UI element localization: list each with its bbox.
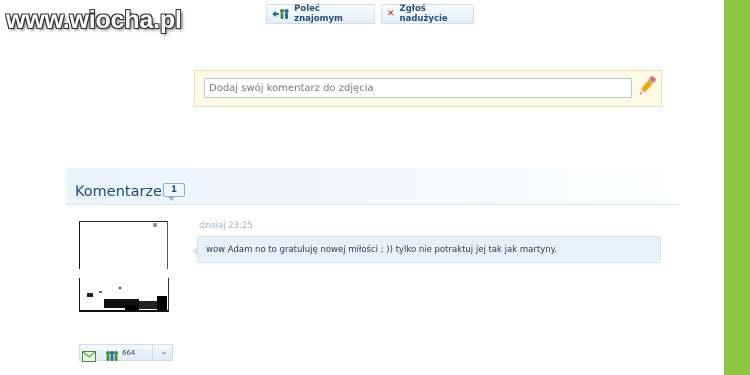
envelope-icon[interactable] bbox=[82, 347, 96, 362]
people-arrow-icon bbox=[272, 8, 289, 20]
recommend-to-friends-button[interactable]: Poleć znajomym bbox=[266, 4, 375, 24]
recommend-label: Poleć znajomym bbox=[294, 4, 343, 24]
sidebar-accent-bar bbox=[724, 0, 750, 375]
comments-header: Komentarze 1 bbox=[66, 168, 679, 205]
chevron-down-icon[interactable]: ⌄ bbox=[158, 346, 170, 358]
comment-input[interactable] bbox=[204, 78, 632, 98]
comments-count-badge: 1 bbox=[163, 183, 185, 201]
comment-bubble: wow Adam no to gratuluję nowej miłości ;… bbox=[192, 236, 661, 263]
comment-author-avatar[interactable] bbox=[79, 221, 169, 313]
close-icon: ✕ bbox=[387, 8, 395, 19]
report-abuse-button[interactable]: ✕ Zgłoś nadużycie bbox=[381, 4, 474, 24]
comment-text: wow Adam no to gratuluję nowej miłości ;… bbox=[206, 245, 558, 255]
pencil-icon[interactable] bbox=[636, 74, 658, 98]
people-icon[interactable] bbox=[104, 347, 120, 361]
divider bbox=[152, 345, 153, 360]
friends-count: 664 bbox=[122, 349, 136, 357]
comment-user-actions: 664 ⌄ bbox=[79, 344, 173, 362]
avatar-image bbox=[79, 221, 169, 313]
report-label: Zgłoś nadużycie bbox=[399, 4, 448, 24]
comment-form bbox=[194, 70, 662, 107]
watermark-logo: www.wiocha.pl bbox=[6, 6, 182, 34]
comment-timestamp: dzisiaj 23:25 bbox=[199, 221, 253, 231]
comments-title: Komentarze bbox=[75, 184, 162, 200]
